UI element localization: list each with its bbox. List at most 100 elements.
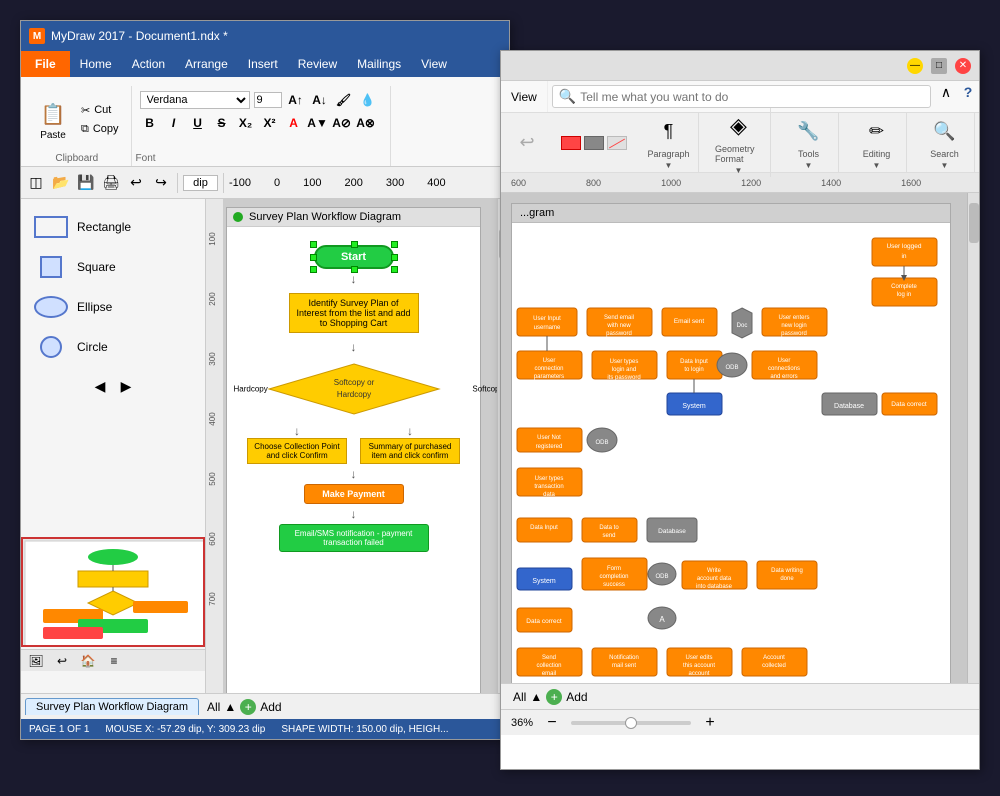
scroll-left[interactable]: ◀ bbox=[89, 375, 111, 397]
zoom-out-button[interactable]: − bbox=[541, 712, 563, 734]
diagram-title: Survey Plan Workflow Diagram bbox=[249, 211, 401, 223]
editing-arrow[interactable]: ▼ bbox=[873, 161, 881, 170]
right-canvas[interactable]: ...gram User logged in Complete log in U… bbox=[501, 193, 979, 683]
dip-input[interactable] bbox=[183, 175, 218, 191]
tools-arrow[interactable]: ▼ bbox=[805, 161, 813, 170]
right-tab-arrow: ▲ bbox=[530, 690, 542, 704]
undo-icon[interactable]: ↩ bbox=[511, 127, 543, 159]
cut-copy-group: ✂ Cut ⧉ Copy bbox=[77, 102, 123, 138]
help-button[interactable]: ? bbox=[957, 81, 979, 103]
tb-btn-2[interactable]: 📂 bbox=[50, 172, 72, 194]
editing-icon[interactable]: ✏ bbox=[861, 115, 893, 147]
summary-box[interactable]: Summary of purchased item and click conf… bbox=[360, 438, 460, 464]
right-menu-view[interactable]: View bbox=[501, 81, 548, 112]
shape-item-circle[interactable]: Circle bbox=[29, 327, 197, 367]
copy-button[interactable]: ⧉ Copy bbox=[77, 121, 123, 138]
gray-color-btn[interactable] bbox=[584, 136, 604, 150]
shape-item-rectangle[interactable]: Rectangle bbox=[29, 207, 197, 247]
ruler-neg100: -100 bbox=[229, 177, 251, 189]
zoom-slider[interactable] bbox=[571, 721, 691, 725]
payment-box[interactable]: Make Payment bbox=[304, 484, 404, 504]
clipboard-group: 📋 Paste ✂ Cut ⧉ Copy Clipboard bbox=[27, 86, 132, 166]
paragraph-arrow[interactable]: ▼ bbox=[665, 161, 673, 170]
canvas-area[interactable]: 100 200 300 400 500 600 700 Survey Plan … bbox=[206, 199, 509, 693]
clear-format-button[interactable]: 🖌 bbox=[334, 90, 354, 110]
choose-box[interactable]: Choose Collection Point and click Confir… bbox=[247, 438, 347, 464]
menu-home[interactable]: Home bbox=[70, 51, 122, 77]
maximize-button[interactable]: □ bbox=[931, 58, 947, 74]
geometry-arrow[interactable]: ▼ bbox=[735, 166, 743, 175]
search-input[interactable] bbox=[580, 90, 924, 104]
paragraph-icon[interactable]: ¶ bbox=[653, 115, 685, 147]
font-bg-button[interactable]: A⊘ bbox=[332, 113, 352, 133]
menu-review[interactable]: Review bbox=[288, 51, 347, 77]
panel-btn-3[interactable]: 🏠 bbox=[77, 650, 99, 672]
add-tab-button[interactable]: + bbox=[240, 699, 256, 715]
strikethrough-button[interactable]: S bbox=[212, 113, 232, 133]
grow-font-button[interactable]: A↑ bbox=[286, 90, 306, 110]
tools-icon[interactable]: 🔧 bbox=[793, 115, 825, 147]
scroll-right[interactable]: ▶ bbox=[115, 375, 137, 397]
font-name-select[interactable]: Verdana bbox=[140, 91, 250, 109]
search-tool-icon[interactable]: 🔍 bbox=[929, 115, 961, 147]
square-label: Square bbox=[77, 260, 116, 274]
color-row-1 bbox=[561, 136, 627, 150]
zoom-in-button[interactable]: + bbox=[699, 712, 721, 734]
italic-button[interactable]: I bbox=[164, 113, 184, 133]
font-strikeout-button[interactable]: A⊗ bbox=[356, 113, 376, 133]
tb-btn-4[interactable]: 🖨 bbox=[100, 172, 122, 194]
font-group: Verdana A↑ A↓ 🖌 💧 B I U S X₂ X² A A▼ bbox=[132, 86, 391, 166]
highlight-button[interactable]: 💧 bbox=[358, 90, 378, 110]
right-scroll-thumb[interactable] bbox=[969, 203, 979, 243]
minimize-button[interactable]: — bbox=[907, 58, 923, 74]
svg-text:send: send bbox=[602, 533, 615, 539]
shrink-font-button[interactable]: A↓ bbox=[310, 90, 330, 110]
shape-item-ellipse[interactable]: Ellipse bbox=[29, 287, 197, 327]
panel-btn-1[interactable]: 🖼 bbox=[25, 650, 47, 672]
tb-btn-6[interactable]: ↪ bbox=[150, 172, 172, 194]
menu-arrange[interactable]: Arrange bbox=[175, 51, 238, 77]
diamond-node[interactable]: Softcopy or Hardcopy Hardcopy Softcopy bbox=[244, 359, 464, 419]
svg-text:its password: its password bbox=[607, 375, 640, 381]
menu-action[interactable]: Action bbox=[122, 51, 175, 77]
paste-button[interactable]: 📋 Paste bbox=[31, 94, 75, 145]
sms-box[interactable]: Email/SMS notification - payment transac… bbox=[279, 524, 429, 552]
right-scrollbar[interactable] bbox=[967, 193, 979, 683]
status-bar: PAGE 1 OF 1 MOUSE X: -57.29 dip, Y: 309.… bbox=[21, 719, 509, 739]
tb-btn-5[interactable]: ↩ bbox=[125, 172, 147, 194]
search-arrow[interactable]: ▼ bbox=[941, 161, 949, 170]
collapse-search-button[interactable]: ∧ bbox=[935, 81, 957, 103]
close-button[interactable]: ✕ bbox=[955, 58, 971, 74]
canvas-page: Survey Plan Workflow Diagram Star bbox=[226, 207, 481, 693]
start-node-selected[interactable]: Start bbox=[314, 245, 394, 269]
superscript-button[interactable]: X² bbox=[260, 113, 280, 133]
menu-file[interactable]: File bbox=[21, 51, 70, 77]
right-title-bar: — □ ✕ bbox=[501, 51, 979, 81]
subscript-button[interactable]: X₂ bbox=[236, 113, 256, 133]
panel-btn-4[interactable]: ≡ bbox=[103, 650, 125, 672]
geometry-icon[interactable]: ◈ bbox=[723, 110, 755, 142]
tb-btn-1[interactable]: ◫ bbox=[25, 172, 47, 194]
font-color-button[interactable]: A bbox=[284, 113, 304, 133]
zoom-thumb[interactable] bbox=[625, 717, 637, 729]
identify-box[interactable]: Identify Survey Plan of Interest from th… bbox=[289, 293, 419, 333]
panel-btn-2[interactable]: ↩ bbox=[51, 650, 73, 672]
menu-mailings[interactable]: Mailings bbox=[347, 51, 411, 77]
font-highlight-button[interactable]: A▼ bbox=[308, 113, 328, 133]
red-color-btn[interactable] bbox=[561, 136, 581, 150]
shape-item-square[interactable]: Square bbox=[29, 247, 197, 287]
right-add-button[interactable]: + bbox=[546, 689, 562, 705]
menu-insert[interactable]: Insert bbox=[238, 51, 288, 77]
app-title: MyDraw 2017 - Document1.ndx * bbox=[51, 29, 501, 43]
tb-btn-3[interactable]: 💾 bbox=[75, 172, 97, 194]
tab-survey[interactable]: Survey Plan Workflow Diagram bbox=[25, 698, 199, 715]
cut-button[interactable]: ✂ Cut bbox=[77, 102, 123, 119]
right-diagram-title: ...gram bbox=[512, 204, 950, 223]
svg-text:new login: new login bbox=[781, 323, 806, 329]
no-fill-btn[interactable] bbox=[607, 136, 627, 150]
ruler-1600: 1600 bbox=[901, 178, 921, 188]
menu-view[interactable]: View bbox=[411, 51, 457, 77]
underline-button[interactable]: U bbox=[188, 113, 208, 133]
font-size-input[interactable] bbox=[254, 92, 282, 108]
bold-button[interactable]: B bbox=[140, 113, 160, 133]
